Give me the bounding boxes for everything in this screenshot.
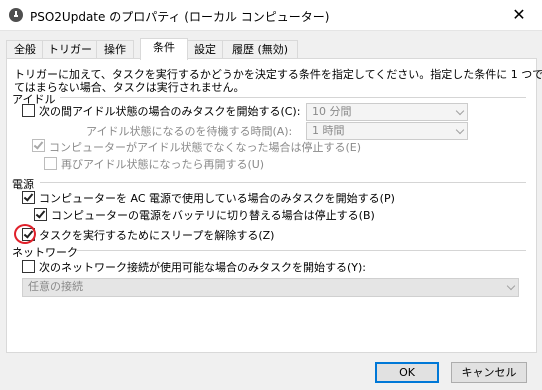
stop-if-not-idle-label: コンピューターがアイドル状態でなくなった場合は停止する(E) — [49, 141, 361, 154]
ok-button[interactable]: OK — [375, 362, 439, 383]
title-bar: PSO2Update のプロパティ (ローカル コンピューター) ✕ — [0, 0, 542, 31]
network-group-header: ネットワーク — [12, 246, 78, 259]
start-if-idle-checkbox[interactable] — [22, 104, 35, 117]
clock-icon — [9, 8, 23, 22]
idle-duration-value: 10 分間 — [312, 105, 352, 118]
ac-power-checkbox[interactable] — [22, 191, 35, 204]
tab-conditions[interactable]: 条件 — [140, 38, 188, 60]
tab-triggers[interactable]: トリガー — [42, 40, 98, 59]
wait-for-idle-value: 1 時間 — [312, 124, 345, 137]
wait-for-idle-select[interactable]: 1 時間 — [306, 122, 468, 140]
tab-actions[interactable]: 操作 — [96, 40, 134, 59]
idle-duration-select[interactable]: 10 分間 — [306, 103, 468, 121]
chevron-down-icon — [455, 106, 465, 116]
network-connection-value: 任意の接続 — [28, 280, 83, 293]
idle-divider — [60, 97, 526, 98]
stop-on-battery-label: コンピューターの電源をバッテリに切り替える場合は停止する(B) — [51, 209, 375, 222]
highlight-circle — [14, 224, 36, 244]
close-icon[interactable]: ✕ — [496, 0, 542, 30]
power-divider — [40, 182, 526, 183]
network-divider — [76, 250, 526, 251]
tab-settings[interactable]: 設定 — [186, 40, 224, 59]
chevron-down-icon — [455, 125, 465, 135]
network-connection-select[interactable]: 任意の接続 — [22, 278, 519, 297]
restart-if-idle-label: 再びアイドル状態になったら再開する(U) — [61, 158, 265, 171]
start-if-idle-label: 次の間アイドル状態の場合のみタスクを開始する(C): — [39, 105, 301, 118]
stop-on-battery-checkbox[interactable] — [34, 208, 47, 221]
stop-if-not-idle-checkbox[interactable] — [32, 139, 45, 152]
wake-to-run-label: タスクを実行するためにスリープを解除する(Z) — [39, 229, 275, 242]
restart-if-idle-checkbox[interactable] — [44, 157, 57, 170]
tab-general[interactable]: 全般 — [6, 40, 44, 59]
cancel-button[interactable]: キャンセル — [451, 362, 527, 383]
tab-history[interactable]: 履歴 (無効) — [222, 40, 298, 59]
power-group-header: 電源 — [12, 178, 34, 191]
window-title: PSO2Update のプロパティ (ローカル コンピューター) — [30, 10, 330, 24]
chevron-down-icon — [506, 281, 516, 291]
ac-power-label: コンピューターを AC 電源で使用している場合のみタスクを開始する(P) — [39, 192, 395, 205]
network-only-label: 次のネットワーク接続が使用可能な場合のみタスクを開始する(Y): — [39, 261, 367, 274]
network-only-checkbox[interactable] — [22, 260, 35, 273]
wait-for-idle-label: アイドル状態になるのを待機する時間(A): — [86, 125, 293, 138]
